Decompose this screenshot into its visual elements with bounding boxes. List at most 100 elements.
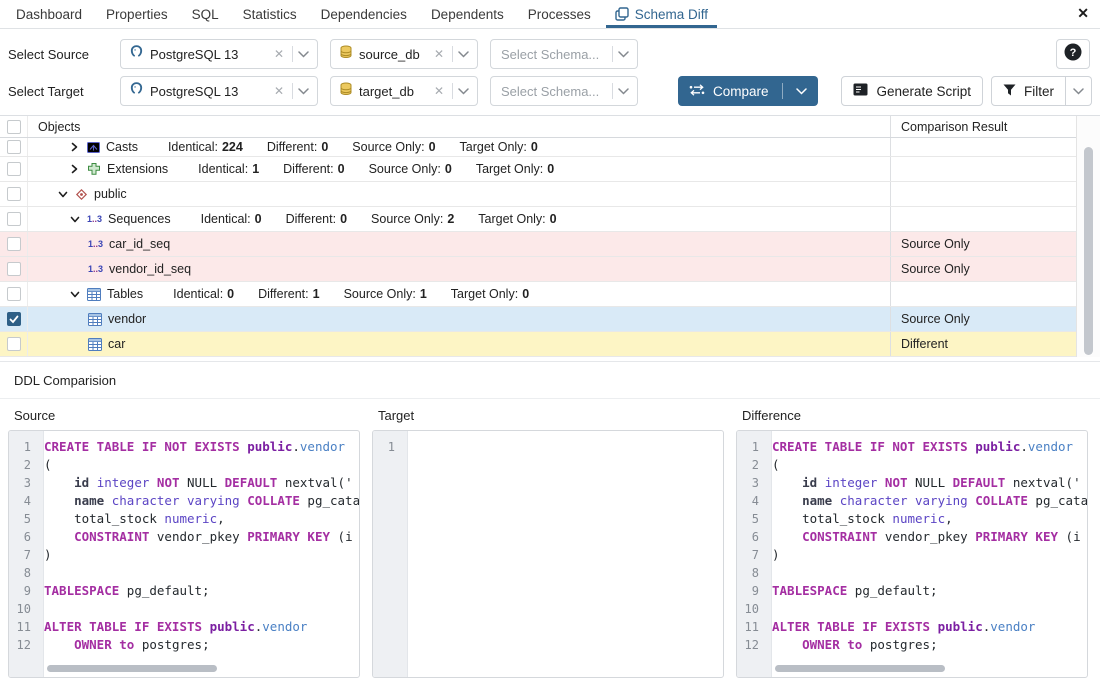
chevron-down-icon[interactable] [458, 88, 469, 95]
table-row[interactable]: 1..3SequencesIdentical:0Different:0Sourc… [0, 207, 1076, 232]
code-text: total_stock numeric, [44, 510, 225, 528]
target-server-select[interactable]: PostgreSQL 13 ✕ [120, 76, 318, 106]
target-database-select[interactable]: target_db ✕ [330, 76, 478, 106]
comparison-result-column-header: Comparison Result [890, 116, 1076, 137]
target-schema-select[interactable]: Select Schema... [490, 76, 638, 106]
ddl-source-editor: 1CREATE TABLE IF NOT EXISTS public.vendo… [8, 430, 360, 678]
target-panel-title: Target [364, 408, 728, 423]
difference-scrollbar-thumb[interactable] [775, 665, 945, 672]
clear-icon[interactable]: ✕ [431, 47, 447, 61]
expand-icon[interactable] [70, 142, 80, 152]
table-row[interactable]: CastsIdentical:224Different:0Source Only… [0, 138, 1076, 157]
comparison-result-cell [890, 157, 1076, 181]
code-text: total_stock numeric, [772, 510, 953, 528]
stat-different: Different:0 [286, 212, 347, 226]
row-checkbox[interactable] [7, 187, 21, 201]
tab-properties[interactable]: Properties [94, 0, 180, 28]
source-schema-select[interactable]: Select Schema... [490, 39, 638, 69]
tab-processes[interactable]: Processes [516, 0, 603, 28]
chevron-down-icon[interactable] [618, 51, 629, 58]
object-label: car_id_seq [109, 237, 170, 251]
tab-sql[interactable]: SQL [180, 0, 231, 28]
table-row[interactable]: vendorSource Only [0, 307, 1076, 332]
schema-icon [75, 188, 88, 201]
code-line: 10 [737, 600, 1087, 618]
row-checkbox[interactable] [7, 212, 21, 226]
expand-icon[interactable] [70, 164, 80, 174]
sequence-icon: 1..3 [87, 214, 102, 224]
collapse-icon[interactable] [70, 290, 80, 299]
source-scrollbar-thumb[interactable] [47, 665, 217, 672]
compare-icon [689, 84, 705, 99]
comparison-result-cell [890, 207, 1076, 231]
chevron-down-icon[interactable] [458, 51, 469, 58]
table-row[interactable]: 1..3vendor_id_seqSource Only [0, 257, 1076, 282]
source-server-select[interactable]: PostgreSQL 13 ✕ [120, 39, 318, 69]
help-icon: ? [1063, 42, 1083, 67]
code-line: 3 id integer NOT NULL DEFAULT nextval(' [737, 474, 1087, 492]
generate-script-button[interactable]: Generate Script [841, 76, 983, 106]
casts-icon [87, 141, 100, 154]
help-button[interactable]: ? [1056, 39, 1090, 69]
row-checkbox[interactable] [7, 337, 21, 351]
stat-target_only: Target Only:0 [476, 162, 554, 176]
schema-diff-icon [615, 7, 629, 21]
chevron-down-icon[interactable] [298, 88, 309, 95]
code-text: TABLESPACE pg_default; [44, 582, 210, 600]
collapse-icon[interactable] [70, 215, 80, 224]
table-row[interactable]: carDifferent [0, 332, 1076, 357]
collapse-icon[interactable] [58, 190, 68, 199]
chevron-down-icon[interactable] [796, 88, 807, 95]
table-row[interactable]: ExtensionsIdentical:1Different:0Source O… [0, 157, 1076, 182]
source-database-value: source_db [353, 47, 431, 62]
clear-icon[interactable]: ✕ [271, 47, 287, 61]
row-checkbox[interactable] [7, 287, 21, 301]
clear-icon[interactable]: ✕ [271, 84, 287, 98]
table-row[interactable]: public [0, 182, 1076, 207]
tab-dependencies[interactable]: Dependencies [309, 0, 419, 28]
comparison-result-cell [890, 138, 1076, 156]
row-checkbox[interactable] [7, 262, 21, 276]
ddl-panel-headers: Source Target Difference [0, 399, 1100, 430]
compare-button[interactable]: Compare [678, 76, 818, 106]
row-checkbox[interactable] [7, 140, 21, 154]
filter-dropdown-button[interactable] [1066, 76, 1092, 106]
select-all-checkbox[interactable] [7, 120, 21, 134]
grid-scrollbar [1076, 116, 1100, 357]
chevron-down-icon[interactable] [618, 88, 629, 95]
object-label: vendor [108, 312, 146, 326]
code-text: CREATE TABLE IF NOT EXISTS public.vendor [772, 438, 1073, 456]
tab-statistics[interactable]: Statistics [231, 0, 309, 28]
tab-schema-diff[interactable]: Schema Diff [603, 0, 720, 28]
code-line: 2( [737, 456, 1087, 474]
line-number: 3 [9, 474, 37, 492]
filter-button[interactable]: Filter [991, 76, 1066, 106]
line-number: 2 [9, 456, 37, 474]
filter-button-label: Filter [1024, 84, 1054, 99]
sequence-icon: 1..3 [88, 264, 103, 274]
source-database-select[interactable]: source_db ✕ [330, 39, 478, 69]
close-icon[interactable]: ✕ [1077, 5, 1089, 22]
line-number: 7 [737, 546, 765, 564]
line-number: 5 [9, 510, 37, 528]
code-text: name character varying COLLATE pg_cata [772, 492, 1088, 510]
difference-panel-title: Difference [728, 408, 1092, 423]
chevron-down-icon[interactable] [298, 51, 309, 58]
row-checkbox[interactable] [7, 237, 21, 251]
table-row[interactable]: 1..3car_id_seqSource Only [0, 232, 1076, 257]
stat-different: Different:0 [267, 140, 328, 154]
code-line: 5 total_stock numeric, [9, 510, 359, 528]
code-line: 9TABLESPACE pg_default; [737, 582, 1087, 600]
code-text: CONSTRAINT vendor_pkey PRIMARY KEY (i [44, 528, 353, 546]
target-schema-placeholder: Select Schema... [499, 84, 607, 99]
code-line: 8 [9, 564, 359, 582]
row-checkbox[interactable] [7, 162, 21, 176]
tab-dependents[interactable]: Dependents [419, 0, 516, 28]
grid-scrollbar-thumb[interactable] [1084, 147, 1093, 355]
row-checkbox[interactable] [7, 312, 21, 326]
line-number: 11 [737, 618, 765, 636]
tab-dashboard[interactable]: Dashboard [4, 0, 94, 28]
table-row[interactable]: TablesIdentical:0Different:1Source Only:… [0, 282, 1076, 307]
code-line: 12 OWNER to postgres; [9, 636, 359, 654]
clear-icon[interactable]: ✕ [431, 84, 447, 98]
